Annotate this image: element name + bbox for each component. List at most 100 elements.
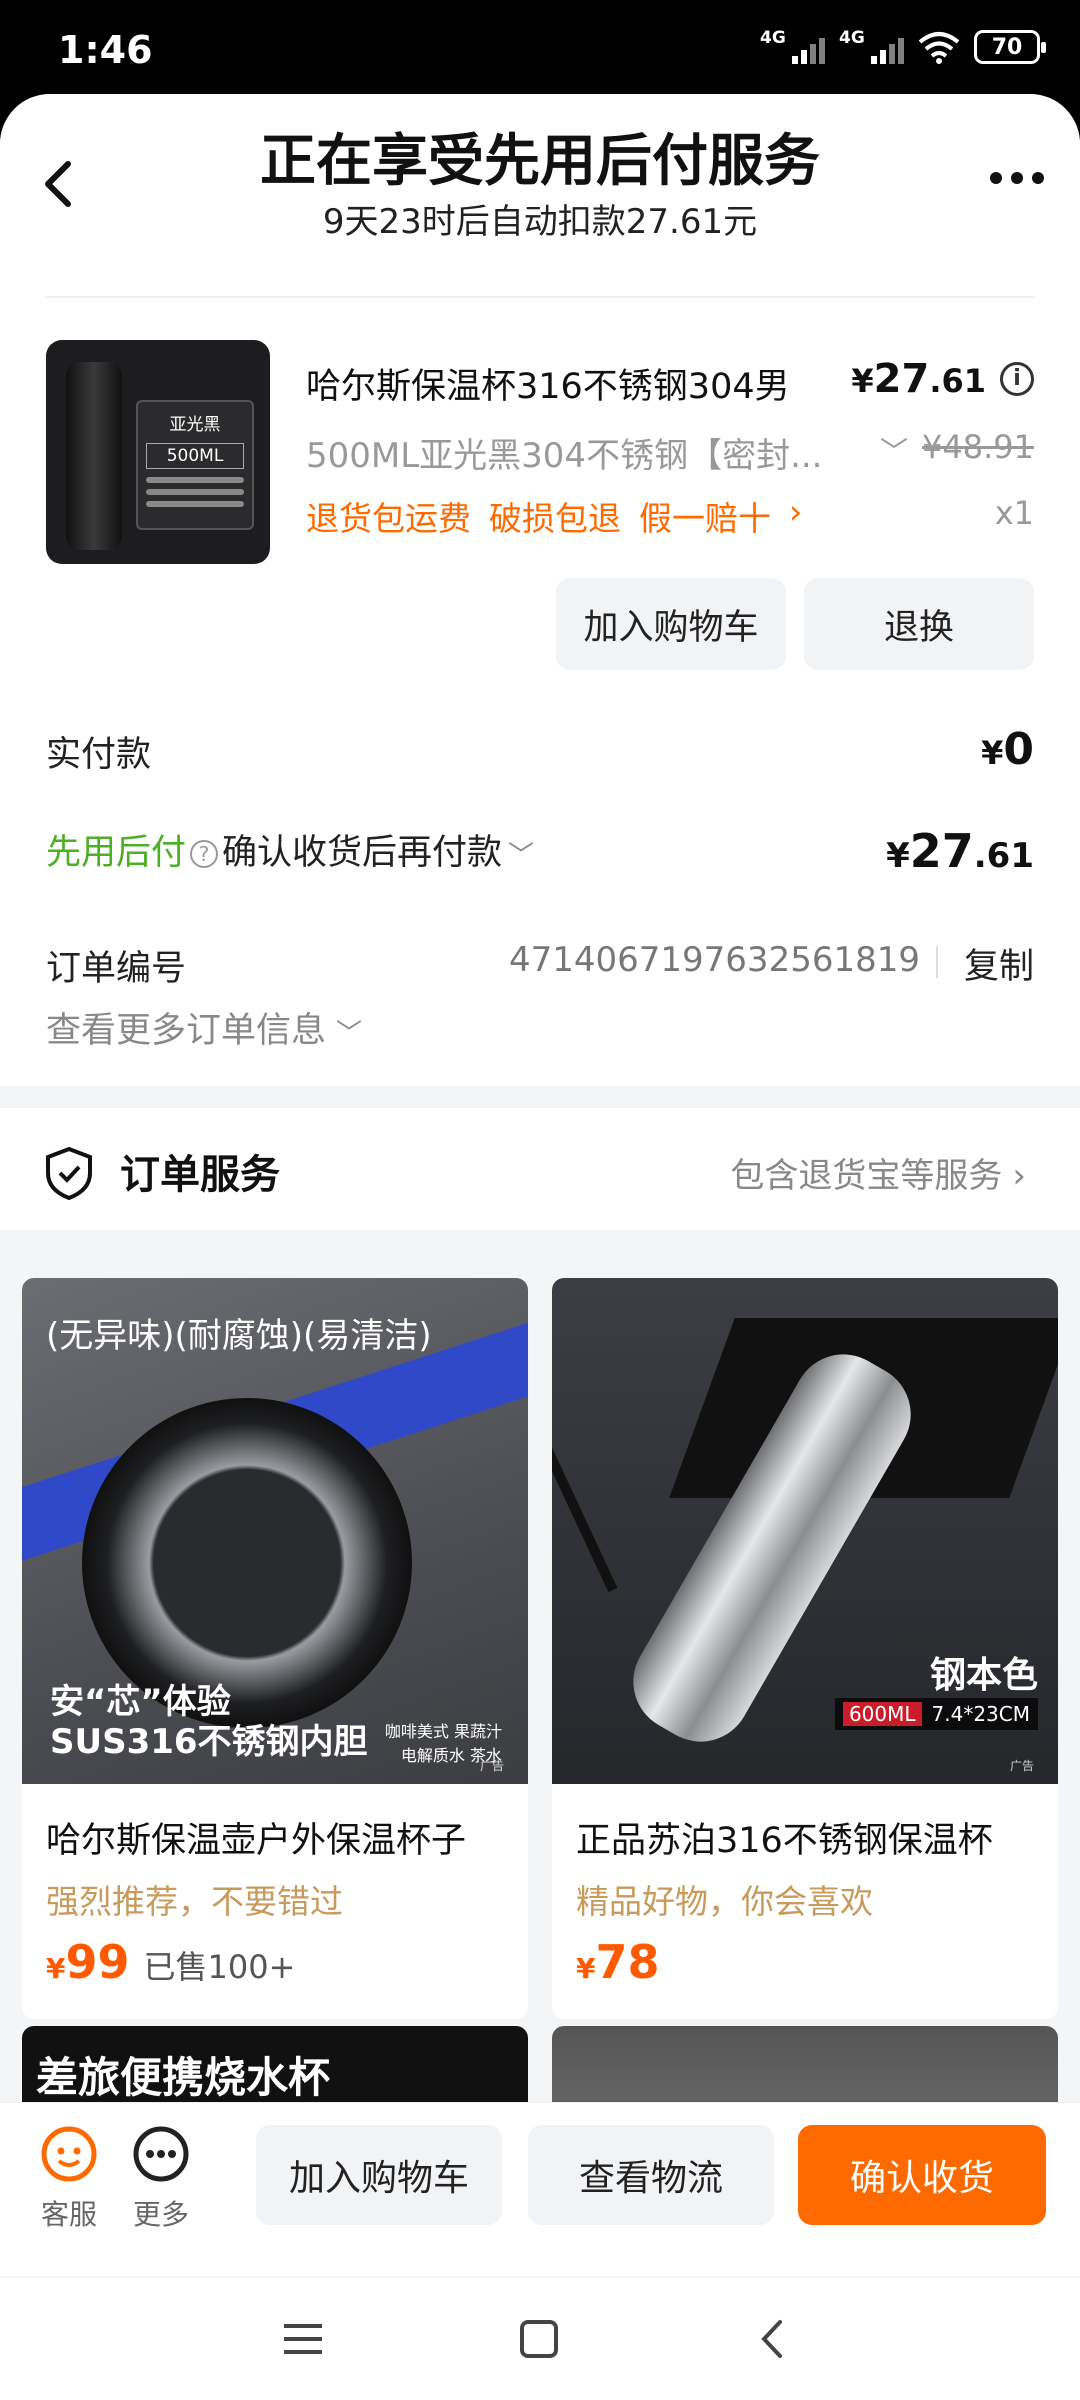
price-currency: ¥ xyxy=(851,362,874,400)
chevron-down-icon[interactable]: ﹀ xyxy=(880,430,908,470)
add-to-cart-small-button[interactable]: 加入购物车 xyxy=(556,578,786,670)
order-number: 4714067197632561819 xyxy=(508,940,920,980)
paid-value: 0 xyxy=(1003,724,1034,775)
bnpl-row[interactable]: 先用后付? 确认收货后再付款 ﹀ xyxy=(46,824,534,875)
more-icon xyxy=(133,2126,189,2182)
return-exchange-button[interactable]: 退换 xyxy=(804,578,1034,670)
image-side-line: 咖啡美式 果蔬汁 xyxy=(384,1722,502,1741)
bnpl-decimal: .61 xyxy=(973,836,1034,876)
chevron-down-icon: ﹀ xyxy=(336,1019,363,1049)
image-caption-top: 差旅便携烧水杯 xyxy=(36,2053,331,2102)
customer-service-button[interactable]: 客服 xyxy=(24,2125,114,2233)
image-spec-badge: 600ML 7.4*23CM xyxy=(834,1698,1038,1730)
view-logistics-button[interactable]: 查看物流 xyxy=(528,2125,774,2225)
thumbnail-line xyxy=(146,501,244,507)
product-name[interactable]: 哈尔斯保温杯316不锈钢304男 xyxy=(306,358,790,409)
bnpl-description: 确认收货后再付款 xyxy=(222,833,503,873)
order-service-row[interactable]: 订单服务 包含退货宝等服务 › xyxy=(0,1108,1080,1230)
image-caption: SUS316不锈钢内胆 xyxy=(50,1722,368,1762)
signal-icon-2: 4G xyxy=(839,28,904,64)
copy-button[interactable]: 复制 xyxy=(964,938,1034,989)
bnpl-label: 先用后付 xyxy=(46,833,187,873)
wifi-icon xyxy=(918,32,960,64)
image-caption: 钢本色 xyxy=(929,1655,1038,1696)
more-order-info[interactable]: 查看更多订单信息 ﹀ xyxy=(46,1002,362,1053)
recommendation-card[interactable]: 钢本色 600ML 7.4*23CM 广告 正品苏泊316不锈钢保温杯 精品好物… xyxy=(552,1278,1058,2019)
price-currency: ¥ xyxy=(46,1952,66,1985)
paid-label: 实付款 xyxy=(46,735,152,775)
bottom-action-bar: 客服 更多 加入购物车 查看物流 确认收货 xyxy=(0,2102,1080,2276)
price-integer: 27 xyxy=(873,356,930,402)
network-type-label-2: 4G xyxy=(839,28,865,48)
customer-service-icon xyxy=(41,2126,97,2182)
help-icon[interactable]: ? xyxy=(190,840,219,868)
price-decimal: .61 xyxy=(929,362,986,400)
thumbnail-badge: 亚光黑 xyxy=(169,415,221,435)
image-caption-top: (无异味)(耐腐蚀)(易清洁) xyxy=(46,1316,432,1356)
tag-fake-compensation: 假一赔十 xyxy=(639,499,771,538)
thumbnail-line xyxy=(146,477,244,483)
add-to-cart-button[interactable]: 加入购物车 xyxy=(256,2125,502,2225)
service-tags[interactable]: 退货包运费 破损包退 假一赔十 › xyxy=(306,492,802,540)
price-value: 99 xyxy=(65,1935,130,1989)
thumbnail-line xyxy=(146,489,244,495)
chevron-right-icon: › xyxy=(1012,1156,1026,1196)
recommendation-card[interactable]: (无异味)(耐腐蚀)(易清洁) 安“芯”体验 SUS316不锈钢内胆 咖啡美式 … xyxy=(22,1278,528,2019)
product-thumbnail[interactable]: 亚光黑 500ML xyxy=(46,340,270,564)
more-button[interactable]: 更多 xyxy=(116,2125,206,2233)
product-spec[interactable]: 500ML亚光黑304不锈钢【密封... xyxy=(306,428,823,477)
customer-service-label: 客服 xyxy=(40,2198,97,2231)
order-detail-page: 正在享受先用后付服务 9天23时后自动扣款27.61元 亚光黑 500ML 哈尔… xyxy=(0,94,1080,2400)
bnpl-currency: ¥ xyxy=(886,836,910,876)
bnpl-integer: 27 xyxy=(909,824,974,878)
signal-icon: 4G xyxy=(760,28,825,64)
tag-return-shipping: 退货包运费 xyxy=(306,499,471,538)
recommendation-name: 哈尔斯保温壶户外保温杯子 xyxy=(46,1821,467,1861)
volume-badge: 600ML xyxy=(842,1702,922,1726)
status-time: 1:46 xyxy=(58,28,153,72)
more-menu-icon[interactable] xyxy=(990,172,1044,184)
more-order-info-label: 查看更多订单信息 xyxy=(46,1011,327,1051)
pen-shape xyxy=(552,1433,618,1593)
price-currency: ¥ xyxy=(576,1952,596,1985)
battery-icon: 70 xyxy=(974,30,1046,64)
ad-label: 广告 xyxy=(479,1759,504,1773)
info-icon[interactable]: i xyxy=(1000,362,1034,396)
thumbnail-label-box: 亚光黑 500ML xyxy=(136,400,254,530)
recommendation-image: 钢本色 600ML 7.4*23CM 广告 xyxy=(552,1278,1058,1784)
shield-icon xyxy=(46,1146,92,1200)
recommendation-slogan: 精品好物，你会喜欢 xyxy=(576,1882,873,1921)
bnpl-amount: ¥27.61 xyxy=(886,824,1034,878)
system-nav-bar xyxy=(0,2278,1080,2400)
battery-level: 70 xyxy=(991,34,1023,60)
original-price: ¥48.91 xyxy=(922,428,1034,466)
recommendation-price: ¥78 xyxy=(552,1923,1058,2019)
page-subtitle: 9天23时后自动扣款27.61元 xyxy=(322,202,758,242)
recommendation-name: 正品苏泊316不锈钢保温杯 xyxy=(576,1821,993,1861)
confirm-receipt-button[interactable]: 确认收货 xyxy=(798,2125,1046,2225)
header: 正在享受先用后付服务 9天23时后自动扣款27.61元 xyxy=(0,94,1080,264)
divider xyxy=(46,296,1034,298)
status-bar: 1:46 4G 4G 70 xyxy=(0,0,1080,96)
order-number-label: 订单编号 xyxy=(46,949,187,989)
recommendation-price: ¥99 已售100+ xyxy=(22,1923,528,2019)
product-price: ¥27.61 xyxy=(851,356,986,402)
bottle-shape xyxy=(66,362,122,550)
chevron-right-icon: › xyxy=(789,492,803,531)
recommendation-slogan: 强烈推荐，不要错过 xyxy=(46,1882,343,1921)
recommendation-image: (无异味)(耐腐蚀)(易清洁) 安“芯”体验 SUS316不锈钢内胆 咖啡美式 … xyxy=(22,1278,528,1784)
size-text: 7.4*23CM xyxy=(931,1702,1030,1726)
paid-currency: ¥ xyxy=(981,734,1004,772)
more-label: 更多 xyxy=(132,2198,189,2231)
divider xyxy=(936,946,938,978)
paid-amount: ¥0 xyxy=(981,724,1034,775)
order-service-desc: 包含退货宝等服务 › xyxy=(730,1148,1026,1197)
menu-icon[interactable] xyxy=(282,2320,324,2358)
home-icon[interactable] xyxy=(518,2318,560,2360)
back-nav-icon[interactable] xyxy=(756,2316,788,2362)
thumbnail-volume: 500ML xyxy=(146,443,244,469)
sold-count: 已售100+ xyxy=(143,1948,296,1986)
tag-damage-return: 破损包退 xyxy=(489,499,621,538)
chevron-down-icon: ﹀ xyxy=(508,841,535,871)
network-type-label: 4G xyxy=(760,28,786,48)
